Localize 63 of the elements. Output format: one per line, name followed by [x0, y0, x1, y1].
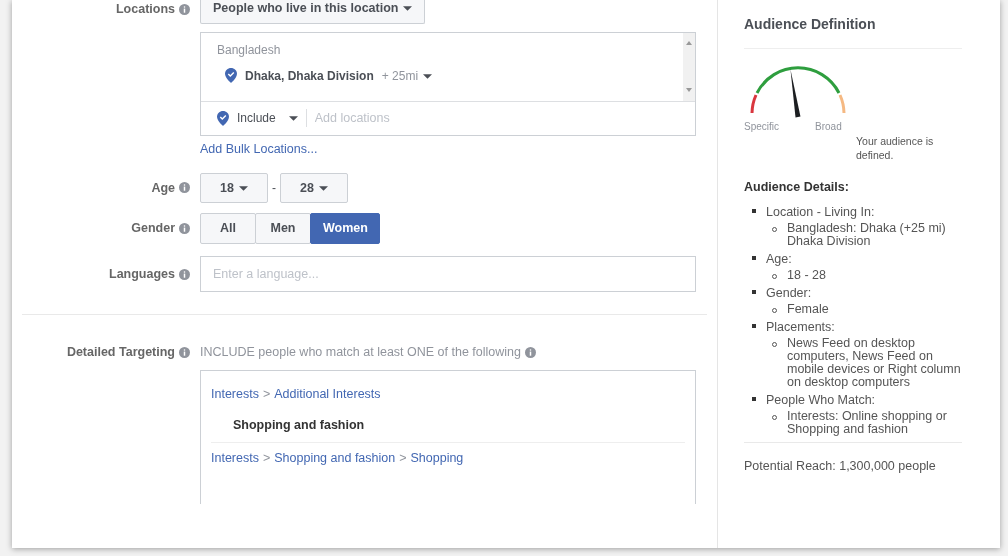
age-separator: -	[272, 179, 276, 197]
breadcrumb-link[interactable]: Shopping	[410, 449, 464, 468]
breadcrumb-separator: >	[399, 450, 407, 468]
interest-item: Shopping and fashion	[232, 416, 366, 434]
info-icon	[525, 346, 536, 358]
bullet-icon	[752, 209, 756, 214]
bullet-icon	[752, 323, 756, 328]
field-label: Languages	[109, 265, 175, 283]
radius-dropdown[interactable]: + 25mi	[381, 66, 433, 85]
audience-message: Your audience is defined.	[856, 134, 935, 163]
country-name: Bangladesh	[217, 41, 282, 59]
scrollbar	[683, 32, 695, 101]
targeting-description: INCLUDE people who match at least ONE of the following	[200, 344, 521, 361]
bulk-locations-link[interactable]: Add Bulk Locations...	[200, 139, 318, 159]
caret-icon	[403, 6, 413, 12]
gauge-label: Specific	[744, 120, 779, 134]
location-pin-icon	[225, 68, 237, 84]
info-icon	[179, 223, 190, 235]
breadcrumb-link[interactable]: Shopping and fashion	[274, 449, 396, 468]
breadcrumb-link[interactable]: Interests	[211, 449, 259, 468]
detail-value: 18 - 28	[787, 268, 826, 282]
bullet-icon	[752, 289, 756, 294]
age-max-dropdown[interactable]: 28	[280, 172, 348, 204]
include-dropdown[interactable]: Include	[217, 109, 307, 128]
field-label: Gender	[131, 220, 175, 238]
language-field[interactable]: Enter a language...	[200, 256, 696, 292]
age-min-dropdown[interactable]: 18	[200, 172, 268, 204]
potential-reach: Potential Reach: 1,300,000 people	[744, 458, 937, 476]
detail-value: News Feed on desktop computers, News Feed on mobile devices or Right column on desktop computers	[787, 336, 962, 390]
field-label: Age	[151, 179, 175, 197]
detail-label: Gender:	[766, 284, 812, 302]
details-title: Audience Details:	[744, 179, 850, 197]
bullet-icon	[752, 397, 756, 402]
location-type-dropdown[interactable]: People who live in this location	[200, 0, 426, 24]
info-icon	[179, 346, 190, 358]
detail-value: Female	[787, 302, 829, 316]
gender-option[interactable]: Women	[310, 213, 380, 244]
location-pin-icon	[217, 110, 229, 126]
info-icon	[179, 182, 190, 194]
gender-option[interactable]: Men	[255, 213, 311, 244]
caret-icon	[423, 74, 433, 80]
breadcrumb-link[interactable]: Additional Interests	[274, 384, 381, 404]
breadcrumb-separator: >	[262, 450, 271, 468]
breadcrumb-link[interactable]: Interests	[211, 384, 259, 404]
panel-title: Audience Definition	[744, 14, 962, 49]
detail-label: People Who Match:	[766, 392, 876, 410]
detail-value: Bangladesh: Dhaka (+25 mi) Dhaka Division	[787, 221, 947, 249]
field-label: Detailed Targeting	[66, 344, 175, 361]
caret-icon	[238, 185, 248, 191]
field-label: Locations	[115, 1, 175, 18]
detail-label: Age:	[766, 251, 792, 269]
bullet-icon	[752, 256, 756, 261]
detail-value: Interests: Online shopping or Shopping and fashion	[787, 409, 948, 437]
info-icon	[179, 3, 190, 15]
caret-icon	[318, 185, 328, 191]
breadcrumb-separator: >	[262, 385, 271, 403]
gender-option[interactable]: All	[200, 213, 256, 244]
detail-label: Location - Living In:	[766, 204, 875, 222]
info-icon	[179, 268, 190, 280]
gauge-label: Broad	[815, 120, 842, 134]
location-name: Dhaka, Dhaka Division	[245, 67, 374, 85]
detail-label: Placements:	[766, 318, 835, 336]
caret-icon	[288, 115, 298, 121]
